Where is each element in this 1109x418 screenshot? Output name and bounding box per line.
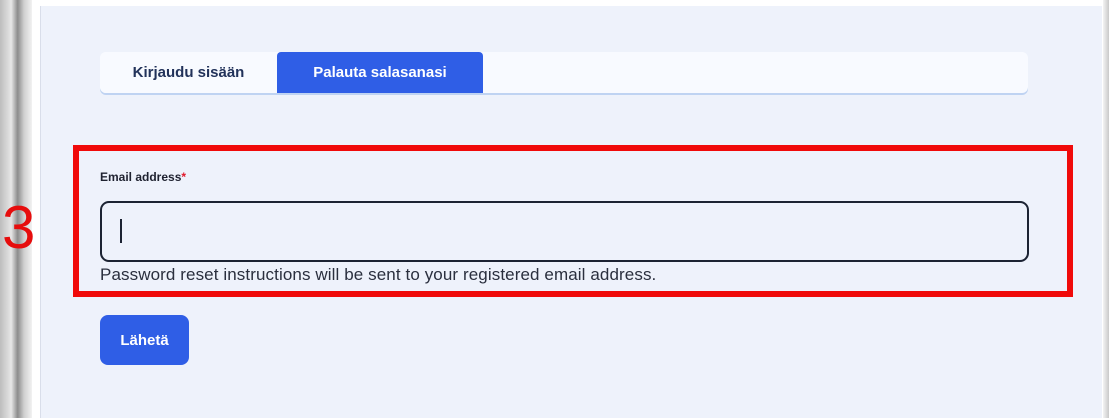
- email-label-text: Email address: [100, 170, 182, 184]
- text-cursor: [120, 219, 122, 243]
- email-field[interactable]: [100, 201, 1029, 262]
- tab-reset-password[interactable]: Palauta salasanasi: [277, 52, 483, 93]
- auth-tabs: Kirjaudu sisään Palauta salasanasi: [100, 52, 1028, 93]
- required-marker: *: [181, 170, 187, 184]
- tab-login[interactable]: Kirjaudu sisään: [100, 52, 277, 93]
- annotation-number: 3: [2, 194, 36, 261]
- window-edge-right: [1103, 0, 1109, 418]
- email-helper-text: Password reset instructions will be sent…: [100, 265, 657, 284]
- submit-button[interactable]: Lähetä: [100, 315, 189, 365]
- email-field-label: Email address*: [100, 170, 186, 184]
